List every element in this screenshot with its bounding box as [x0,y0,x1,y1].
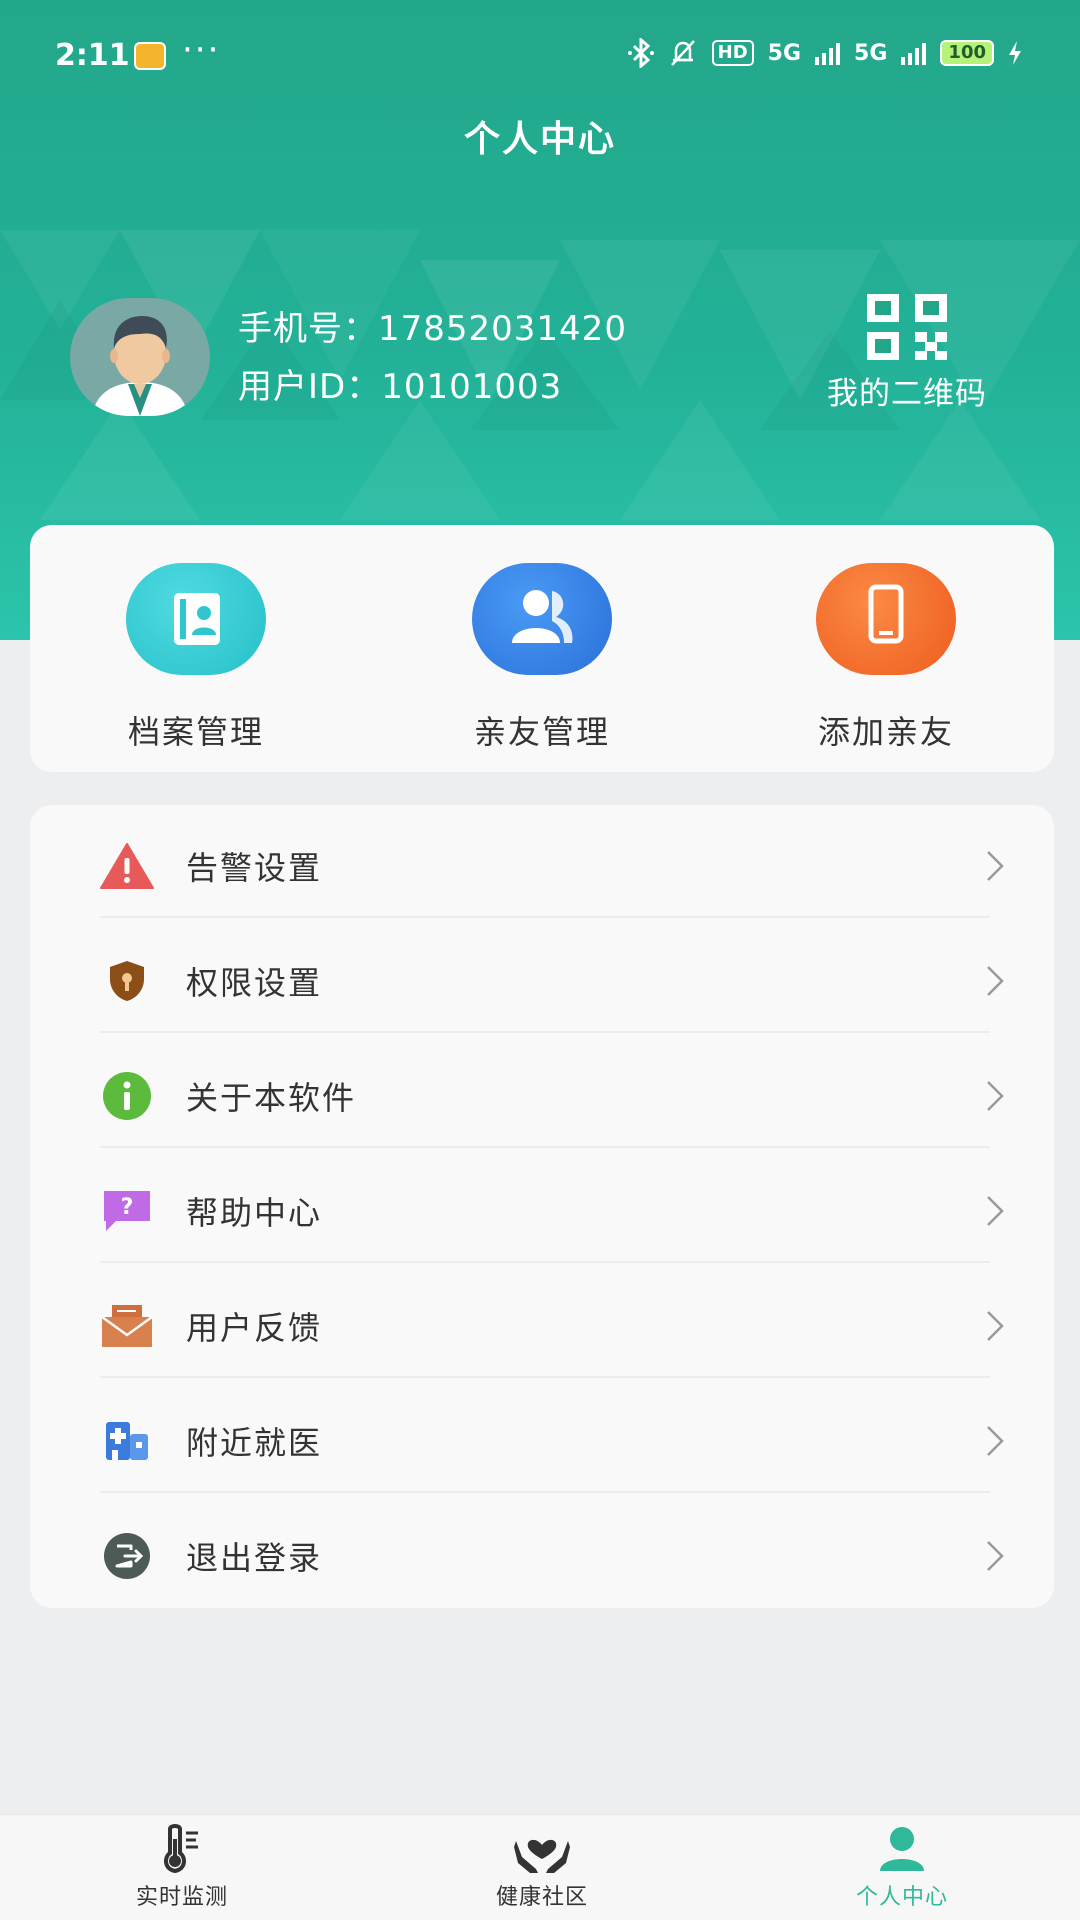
divider [100,1031,990,1033]
shield-lock-icon [100,954,154,1008]
chevron-right-icon [987,850,1004,881]
add-family-button[interactable]: 添加亲友 [756,563,1016,753]
bluetooth-icon [627,38,654,68]
heart-hands-icon [514,1839,570,1873]
menu-item-label: 权限设置 [186,963,323,1002]
divider [100,916,990,918]
status-indicators: HD 5G 5G 100 [627,38,1022,68]
page-title: 个人中心 [463,119,616,160]
userid-value: 10101003 [381,367,563,407]
tab-personal-center[interactable]: 个人中心 [792,1823,1012,1911]
help-icon: ? [100,1184,154,1238]
person-icon [880,1827,924,1871]
status-bar: 2:11 ··· HD 5G 5G 100 [0,0,1080,110]
warning-icon [100,839,154,893]
menu-item-alarm-settings[interactable]: 告警设置 [100,808,1020,923]
phone-icon [816,563,956,675]
chevron-right-icon [987,965,1004,996]
svg-text:?: ? [121,1195,134,1220]
qr-code-label: 我的二维码 [827,376,987,412]
tab-label: 健康社区 [495,1885,588,1910]
menu-item-about-software[interactable]: 关于本软件 [100,1038,1020,1153]
menu-item-nearby-hospital[interactable]: 附近就医 [100,1383,1020,1498]
tab-health-community[interactable]: 健康社区 [432,1823,652,1911]
family-management-label: 亲友管理 [473,713,610,751]
menu-item-label: 退出登录 [186,1538,323,1577]
hospital-icon [100,1414,154,1468]
chevron-right-icon [987,1540,1004,1571]
hd-indicator: HD [711,40,754,66]
menu-item-label: 帮助中心 [186,1193,323,1232]
family-management-button[interactable]: 亲友管理 [412,563,672,753]
divider [100,1491,990,1493]
divider [100,1261,990,1263]
logout-icon [100,1529,154,1583]
chevron-right-icon [987,1080,1004,1111]
menu-item-label: 附近就医 [186,1423,323,1462]
charging-icon [1009,41,1021,65]
menu-item-help-center[interactable]: ? 帮助中心 [100,1153,1020,1268]
more-notifications-icon: ··· [182,30,221,70]
network-label-1: 5G [767,40,802,66]
menu-item-permission-settings[interactable]: 权限设置 [100,923,1020,1038]
menu-item-label: 用户反馈 [186,1308,323,1347]
tab-label: 个人中心 [855,1885,948,1910]
tab-label: 实时监测 [135,1885,228,1910]
tab-realtime-monitoring[interactable]: 实时监测 [72,1823,292,1911]
phone-value: 17852031420 [378,309,627,349]
menu-item-user-feedback[interactable]: 用户反馈 [100,1268,1020,1383]
thermometer-icon [164,1824,198,1874]
my-qr-code-button[interactable]: 我的二维码 [812,292,1002,413]
chevron-right-icon [987,1425,1004,1456]
userid-label: 用户ID： [238,367,382,407]
avatar[interactable] [70,298,210,416]
network-label-2: 5G [854,40,888,66]
gallery-notification-icon [134,42,166,70]
phone-row: 手机号： 17852031420 [238,300,627,358]
archive-management-button[interactable]: 档案管理 [66,563,326,753]
chevron-right-icon [987,1310,1004,1341]
menu-item-label: 告警设置 [186,848,323,887]
mute-bell-icon [670,40,695,66]
signal-icon-2 [901,41,927,65]
chevron-right-icon [987,1195,1004,1226]
divider [100,1146,990,1148]
mail-icon [100,1299,154,1353]
profile-card-icon [126,563,266,675]
qr-code-icon [867,294,947,360]
phone-label: 手机号： [238,309,378,349]
battery-icon: 100 [940,40,994,66]
user-info: 手机号： 17852031420 用户ID： 10101003 [238,300,627,416]
settings-menu: 告警设置 权限设置 关于本软件 ? 帮助中心 用户反馈 附近就医 退出登录 [30,805,1054,1608]
status-time: 2:11 [55,38,130,73]
quick-actions-card: 档案管理 亲友管理 添加亲友 [30,525,1054,772]
archive-management-label: 档案管理 [127,713,264,751]
menu-item-logout[interactable]: 退出登录 [100,1498,1020,1613]
signal-icon-1 [815,41,841,65]
userid-row: 用户ID： 10101003 [238,358,627,416]
menu-item-label: 关于本软件 [186,1078,357,1117]
users-icon [472,563,612,675]
info-icon [100,1069,154,1123]
bottom-tab-bar: 实时监测 健康社区 个人中心 [0,1814,1080,1920]
add-family-label: 添加亲友 [817,713,954,751]
divider [100,1376,990,1378]
